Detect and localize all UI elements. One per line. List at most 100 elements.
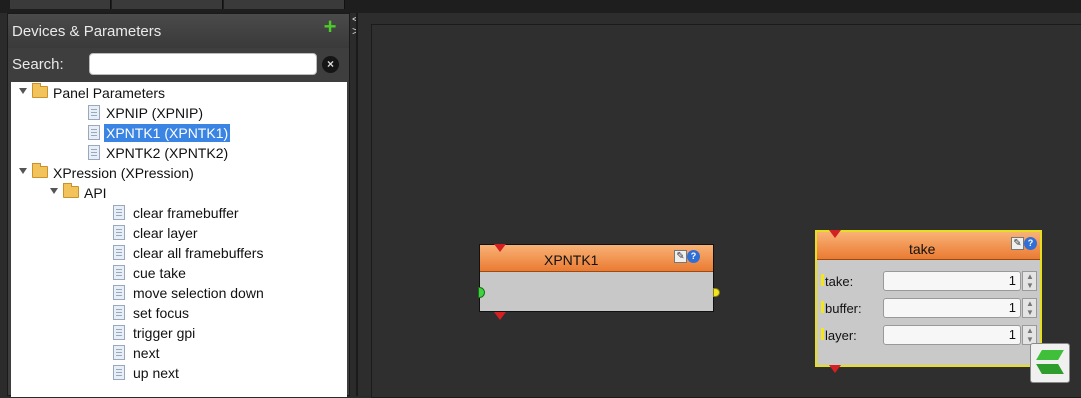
node-tools: ✎ ?: [1011, 237, 1037, 252]
param-take: take: 1 ▲ ▼: [821, 270, 1037, 292]
tree-label: XPression (XPression): [53, 165, 194, 181]
param-label: take:: [825, 274, 854, 289]
tree-item[interactable]: next: [11, 344, 347, 364]
take-value-field[interactable]: 1: [883, 271, 1021, 291]
buffer-stepper[interactable]: ▲ ▼: [1022, 298, 1037, 318]
tree-label: next: [133, 345, 160, 361]
tree-label: clear all framebuffers: [133, 245, 264, 261]
tab[interactable]: [10, 0, 111, 9]
node-header[interactable]: XPNTK1 ✎ ?: [480, 245, 713, 272]
param-port[interactable]: [821, 301, 824, 313]
document-icon: [113, 265, 125, 280]
tree-item[interactable]: clear framebuffer: [11, 204, 347, 224]
refresh-icon[interactable]: [1030, 343, 1070, 383]
refresh-arrow-shape: [1036, 350, 1064, 360]
param-label: buffer:: [825, 301, 862, 316]
tree-label: trigger gpi: [133, 325, 196, 341]
tree-label: XPNIP (XPNIP): [106, 105, 203, 121]
edit-icon[interactable]: ✎: [1011, 237, 1024, 250]
folder-icon: [63, 183, 79, 198]
document-icon: [113, 225, 125, 240]
layer-value-field[interactable]: 1: [883, 325, 1021, 345]
document-icon: [88, 125, 100, 140]
take-stepper[interactable]: ▲ ▼: [1022, 271, 1037, 291]
trigger-out-marker: [494, 312, 506, 320]
node-header[interactable]: take ✎ ?: [817, 232, 1040, 260]
node-title: XPNTK1: [544, 252, 599, 268]
plus-icon[interactable]: +: [321, 16, 339, 38]
tree-item[interactable]: clear all framebuffers: [11, 244, 347, 264]
document-icon: [113, 305, 125, 320]
tree-folder-xpression[interactable]: XPression (XPression): [11, 163, 347, 184]
tree-label: XPNTK2 (XPNTK2): [106, 145, 229, 161]
tree-item[interactable]: XPNTK2 (XPNTK2): [11, 144, 347, 164]
document-icon: [113, 325, 125, 340]
node-take[interactable]: take ✎ ? take: 1 ▲ ▼ buffer: 1 ▲ ▼ layer…: [815, 230, 1042, 373]
layer-stepper[interactable]: ▲ ▼: [1022, 325, 1037, 345]
tree-item[interactable]: up next: [11, 364, 347, 384]
folder-icon: [32, 83, 48, 98]
param-port[interactable]: [821, 274, 824, 286]
chevron-up-icon[interactable]: ▲: [1026, 327, 1034, 335]
device-tree: Panel Parameters XPNIP (XPNIP) XPNTK1 (X…: [11, 82, 347, 397]
tree-label: move selection down: [133, 285, 264, 301]
help-icon[interactable]: ?: [1024, 237, 1037, 250]
trigger-in-marker: [829, 230, 841, 238]
tree-label: Panel Parameters: [53, 85, 166, 101]
tree-label: cue take: [133, 265, 186, 281]
node-title: take: [909, 241, 936, 257]
tree-label: clear framebuffer: [133, 205, 239, 221]
buffer-value-field[interactable]: 1: [883, 298, 1021, 318]
devices-parameters-panel: Devices & Parameters + Search: × Panel P…: [7, 13, 350, 397]
clear-search-icon[interactable]: ×: [322, 56, 339, 73]
tree-item[interactable]: cue take: [11, 264, 347, 284]
tab[interactable]: [224, 0, 345, 9]
search-label: Search:: [12, 56, 64, 73]
param-port[interactable]: [821, 328, 824, 340]
document-icon: [113, 205, 125, 220]
param-buffer: buffer: 1 ▲ ▼: [821, 297, 1037, 319]
panel-title: Devices & Parameters: [12, 23, 162, 40]
trigger-out-marker: [829, 365, 841, 373]
document-icon: [113, 365, 125, 380]
document-icon: [113, 245, 125, 260]
tree-item[interactable]: set focus: [11, 304, 347, 324]
chevron-down-icon[interactable]: ▼: [1026, 336, 1034, 344]
chevron-up-icon[interactable]: ▲: [1026, 273, 1034, 281]
refresh-arrow-shape: [1036, 364, 1064, 374]
expand-arrow-icon[interactable]: [19, 168, 27, 174]
tree-item[interactable]: XPNIP (XPNIP): [11, 104, 347, 124]
tree-item[interactable]: move selection down: [11, 284, 347, 304]
tree-item-selected[interactable]: XPNTK1 (XPNTK1): [11, 124, 347, 144]
tree-label: set focus: [133, 305, 190, 321]
help-icon[interactable]: ?: [687, 250, 700, 263]
tree-label: XPNTK1 (XPNTK1): [104, 124, 231, 142]
edit-icon[interactable]: ✎: [674, 250, 687, 263]
expand-arrow-icon[interactable]: [19, 88, 27, 94]
param-layer: layer: 1 ▲ ▼: [821, 324, 1037, 346]
document-icon: [88, 105, 100, 120]
trigger-in-marker: [494, 244, 506, 252]
tree-item[interactable]: trigger gpi: [11, 324, 347, 344]
chevron-up-icon[interactable]: ▲: [1026, 300, 1034, 308]
search-input[interactable]: [89, 53, 317, 75]
chevron-down-icon[interactable]: ▼: [1026, 309, 1034, 317]
tree-label: clear layer: [133, 225, 198, 241]
tree-label: up next: [133, 365, 179, 381]
node-xpntk1[interactable]: XPNTK1 ✎ ?: [478, 244, 720, 320]
input-port[interactable]: [478, 287, 485, 298]
chevron-down-icon[interactable]: ▼: [1026, 282, 1034, 290]
expand-arrow-icon[interactable]: [50, 188, 58, 194]
tree-item[interactable]: clear layer: [11, 224, 347, 244]
script-canvas[interactable]: XPNTK1 ✎ ? take ✎ ? take: 1 ▲ ▼ buffer: …: [358, 13, 1081, 398]
tree-folder-api[interactable]: API: [11, 183, 347, 204]
param-label: layer:: [825, 328, 857, 343]
top-tab-strip: [0, 0, 1081, 13]
document-icon: [113, 285, 125, 300]
tree-label: API: [84, 185, 107, 201]
tab[interactable]: [112, 0, 223, 9]
panel-header: Devices & Parameters +: [8, 14, 349, 48]
folder-icon: [32, 163, 48, 178]
document-icon: [113, 345, 125, 360]
tree-folder-panel-parameters[interactable]: Panel Parameters: [11, 83, 347, 104]
